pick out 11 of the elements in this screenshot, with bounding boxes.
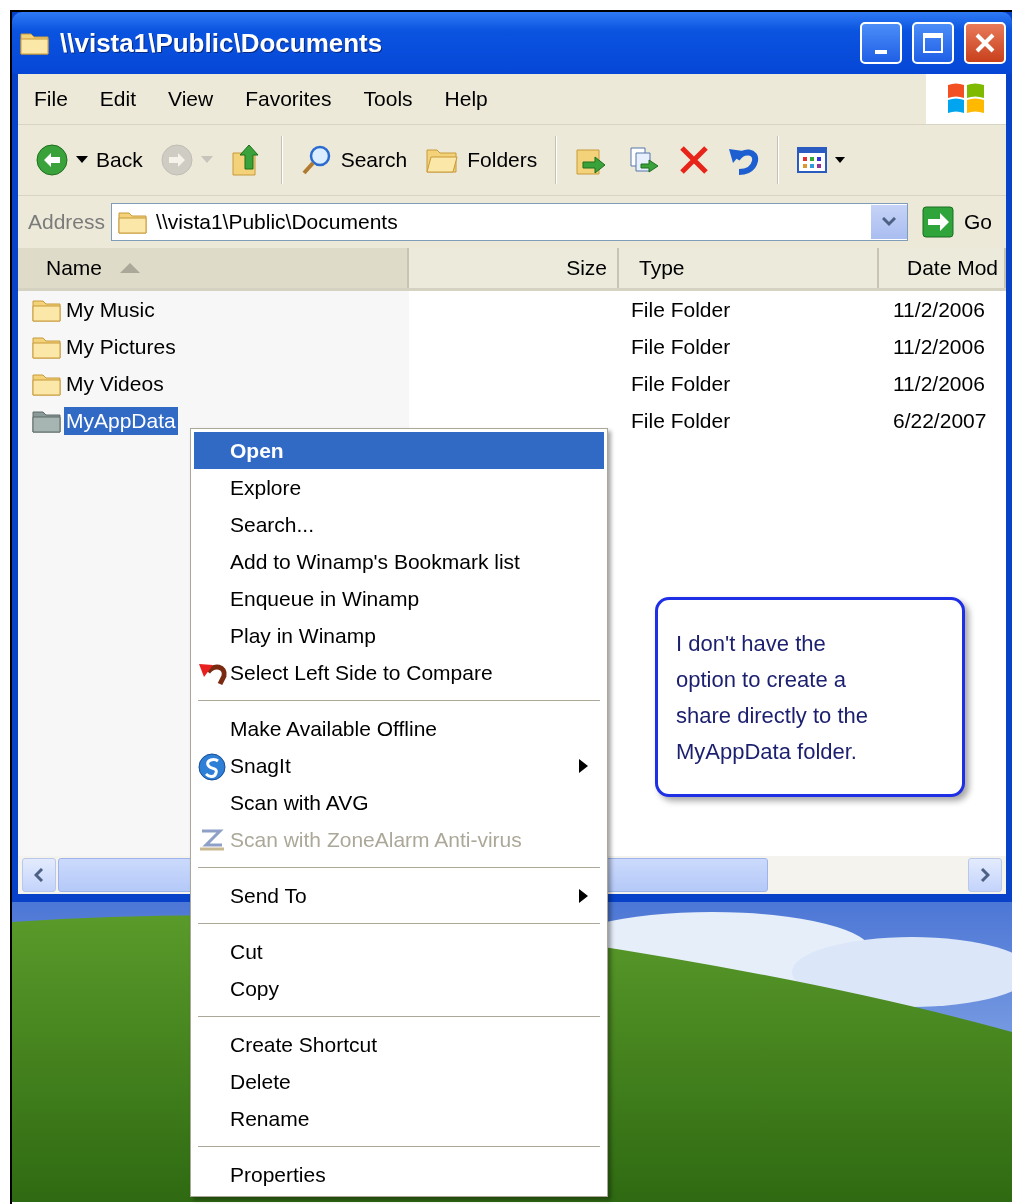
callout-note: I don't have the option to create a share directly to the MyAppData folder. xyxy=(655,597,965,797)
file-type: File Folder xyxy=(631,334,731,358)
file-type: File Folder xyxy=(631,408,731,432)
window-title: \\vista1\Public\Documents xyxy=(60,27,384,59)
address-label: Address xyxy=(28,210,106,234)
file-date: 6/22/2007 xyxy=(893,408,987,432)
file-date: 11/2/2006 xyxy=(893,297,985,321)
file-date: 11/2/2006 xyxy=(893,371,985,395)
file-date: 11/2/2006 xyxy=(893,334,985,358)
file-type: File Folder xyxy=(631,371,731,395)
file-type: File Folder xyxy=(631,297,731,321)
